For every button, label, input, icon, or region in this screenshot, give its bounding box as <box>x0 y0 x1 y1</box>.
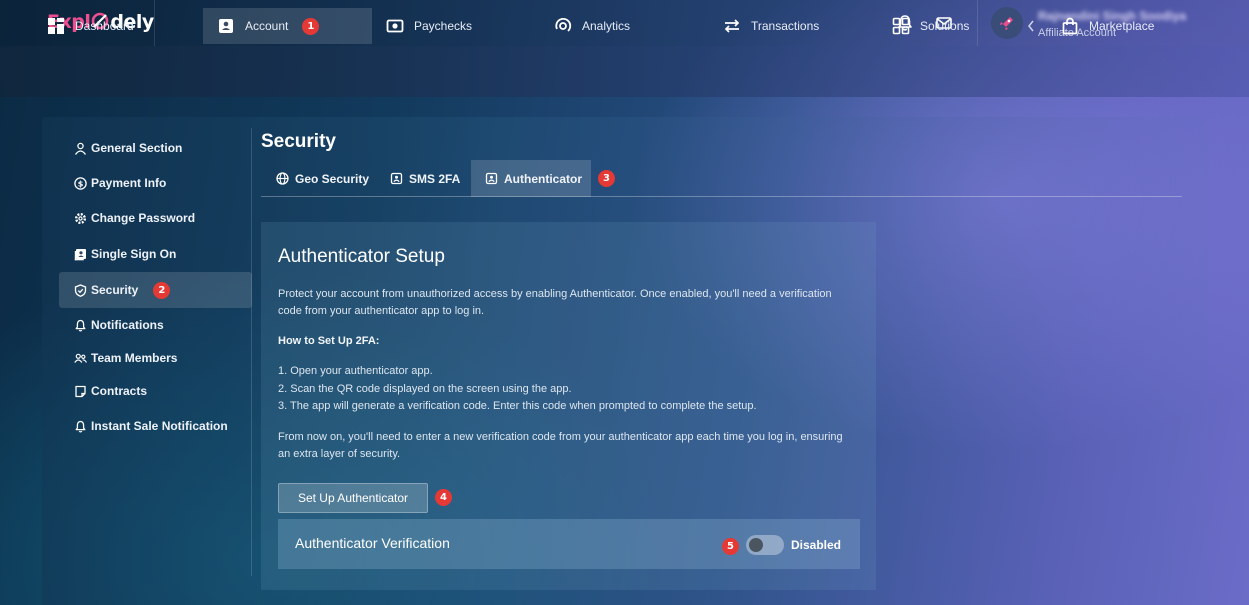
step-badge: 1 <box>302 17 320 35</box>
sidebar-item-label: Payment Info <box>91 176 167 190</box>
step-badge: 2 <box>153 281 171 299</box>
sidebar-item-label: Change Password <box>91 211 196 225</box>
tab-label: Authenticator <box>504 171 582 186</box>
nav-label: Transactions <box>751 19 820 33</box>
set-up-authenticator-button[interactable]: Set Up Authenticator <box>278 483 428 513</box>
svg-text:$: $ <box>78 179 84 188</box>
transactions-arrows-icon <box>723 17 741 35</box>
setup-intro-text: Protect your account from unauthorized a… <box>278 288 832 317</box>
setup-step: 2. Scan the QR code displayed on the scr… <box>278 383 572 395</box>
tab-underline <box>261 196 1182 197</box>
toggle-knob <box>749 538 763 552</box>
nav-scroll-left[interactable] <box>1026 8 1036 44</box>
sidebar-item-general-section[interactable]: General Section <box>59 131 252 165</box>
step-badge: 3 <box>598 170 615 187</box>
tab-sms-2fa[interactable]: SMS 2FA <box>390 160 460 197</box>
main-nav <box>0 46 1249 97</box>
sidebar-item-label: Single Sign On <box>91 247 177 261</box>
tab-authenticator[interactable]: Authenticator <box>471 160 591 197</box>
sidebar-item-payment-info[interactable]: $ Payment Info <box>59 166 252 200</box>
nav-label: Account <box>245 19 289 33</box>
sidebar-item-label: Security <box>91 283 139 297</box>
bell-icon <box>74 420 87 433</box>
nav-item-paychecks[interactable]: Paychecks <box>386 8 472 44</box>
nav-label: Solutions <box>920 19 970 33</box>
user-icon <box>74 142 87 155</box>
sidebar-item-label: Notifications <box>91 318 164 332</box>
nav-label: Marketplace <box>1089 19 1155 33</box>
chevron-left-icon <box>1028 20 1034 32</box>
nav-label: Analytics <box>582 19 631 33</box>
team-icon <box>74 352 87 365</box>
sidebar-item-change-password[interactable]: Change Password <box>59 201 252 235</box>
sidebar-item-team-members[interactable]: Team Members <box>59 341 252 375</box>
howto-heading: How to Set Up 2FA: <box>278 335 380 347</box>
dollar-circle-icon: $ <box>74 176 87 190</box>
avatar-rocket-icon <box>1000 17 1013 30</box>
sidebar-item-label: General Section <box>91 141 183 155</box>
page-title: Security <box>261 131 336 152</box>
step-badge: 4 <box>435 489 452 506</box>
sms-icon <box>390 172 403 185</box>
sidebar-item-label: Instant Sale Notification <box>91 419 228 433</box>
analytics-icon <box>554 17 572 35</box>
globe-icon <box>276 172 289 185</box>
dashboard-grid-icon <box>47 17 65 35</box>
nav-item-marketplace[interactable]: Marketplace <box>1061 8 1154 44</box>
tab-label: Geo Security <box>295 171 370 186</box>
sidebar-item-contracts[interactable]: Contracts <box>59 374 252 408</box>
setup-title: Authenticator Setup <box>278 246 445 267</box>
bell-icon <box>74 319 87 332</box>
avatar[interactable] <box>991 7 1023 39</box>
sso-card-icon <box>74 248 87 261</box>
sidebar-item-instant-sale-notification[interactable]: Instant Sale Notification <box>59 409 252 443</box>
sidebar-item-security[interactable]: Security 2 <box>59 272 252 308</box>
header-divider <box>977 0 978 46</box>
sidebar-item-label: Contracts <box>91 384 148 398</box>
solutions-grid-icon <box>892 17 910 35</box>
shield-icon <box>74 283 87 297</box>
paycheck-icon <box>386 17 404 35</box>
step-badge: 5 <box>722 538 739 555</box>
nav-item-transactions[interactable]: Transactions <box>723 8 819 44</box>
header-divider <box>154 0 155 46</box>
sidebar-item-label: Team Members <box>91 351 178 365</box>
authenticator-toggle[interactable] <box>746 535 784 555</box>
nav-label: Dashboard <box>75 19 134 33</box>
gear-icon <box>74 212 87 225</box>
contract-icon <box>74 385 87 398</box>
account-card-icon <box>217 17 235 35</box>
verification-label: Authenticator Verification <box>295 535 450 551</box>
setup-outro-text: From now on, you'll need to enter a new … <box>278 431 843 460</box>
tab-geo-security[interactable]: Geo Security <box>276 160 369 197</box>
sidebar-item-notifications[interactable]: Notifications <box>59 308 252 342</box>
tab-label: SMS 2FA <box>409 171 461 186</box>
sidebar-item-single-sign-on[interactable]: Single Sign On <box>59 237 252 271</box>
nav-item-analytics[interactable]: Analytics <box>554 8 630 44</box>
nav-item-account[interactable]: Account 1 <box>203 8 372 44</box>
setup-step: 1. Open your authenticator app. <box>278 365 433 377</box>
nav-item-solutions[interactable]: Solutions <box>892 8 969 44</box>
nav-item-dashboard[interactable]: Dashboard <box>47 8 134 44</box>
nav-label: Paychecks <box>414 19 473 33</box>
setup-step: 3. The app will generate a verification … <box>278 400 757 412</box>
shopping-bag-icon <box>1061 17 1079 35</box>
authenticator-icon <box>485 172 498 185</box>
toggle-status: Disabled <box>791 538 842 552</box>
